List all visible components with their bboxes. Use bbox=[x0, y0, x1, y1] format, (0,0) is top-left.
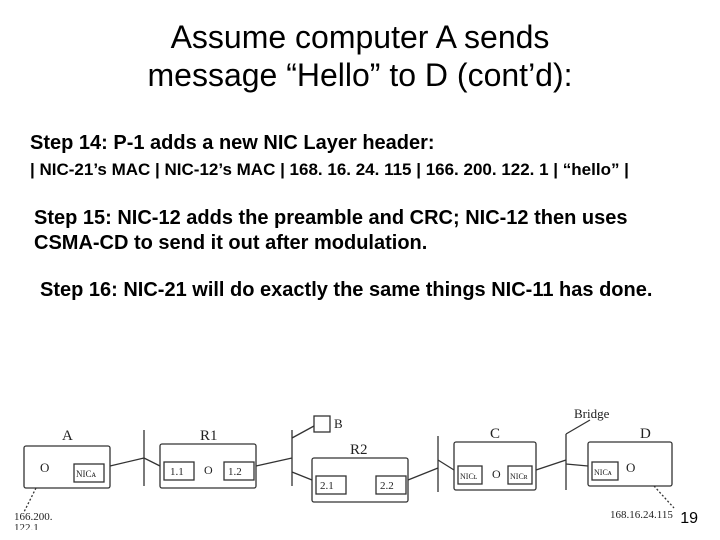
node-R2-right: 2.2 bbox=[380, 480, 394, 492]
node-R1-label: R1 bbox=[200, 428, 218, 444]
node-R1-left: 1.1 bbox=[170, 466, 184, 478]
node-D-nic: NICᴀ bbox=[594, 468, 613, 477]
slide: Assume computer A sends message “Hello” … bbox=[0, 0, 720, 540]
step-14: Step 14: P-1 adds a new NIC Layer header… bbox=[30, 131, 690, 156]
slide-title: Assume computer A sends message “Hello” … bbox=[0, 0, 720, 95]
node-R2-left: 2.1 bbox=[320, 480, 334, 492]
step-15: Step 15: NIC-12 adds the preamble and CR… bbox=[30, 206, 690, 256]
packet-line: | NIC-21’s MAC | NIC-12’s MAC | 168. 16.… bbox=[30, 160, 690, 180]
node-R1-right: 1.2 bbox=[228, 466, 242, 478]
node-C-nicr: NICʀ bbox=[510, 472, 528, 481]
node-B-label: B bbox=[334, 416, 343, 431]
node-A-label: A bbox=[62, 428, 73, 444]
node-R2-label: R2 bbox=[350, 442, 368, 458]
ip-A: 166.200.122.1 bbox=[14, 511, 53, 530]
bridge-label: Bridge bbox=[574, 406, 610, 421]
title-line-1: Assume computer A sends bbox=[171, 19, 550, 55]
slide-number: 19 bbox=[680, 510, 698, 528]
node-C-hub: O bbox=[492, 467, 501, 481]
node-C-nicl: NICʟ bbox=[460, 472, 478, 481]
slide-body: Step 14: P-1 adds a new NIC Layer header… bbox=[0, 95, 720, 303]
step-16: Step 16: NIC-21 will do exactly the same… bbox=[30, 278, 690, 303]
network-diagram: A O NICᴀ R1 1.1 O 1.2 B R2 2.1 2.2 C NIC… bbox=[14, 400, 704, 530]
node-D-label: D bbox=[640, 426, 651, 442]
node-C-label: C bbox=[490, 426, 500, 442]
title-line-2: message “Hello” to D (cont’d): bbox=[147, 57, 572, 93]
node-R1-lefthub: O bbox=[204, 463, 213, 477]
node-A-hub: O bbox=[40, 460, 49, 475]
node-A-nic: NICᴀ bbox=[76, 469, 96, 479]
ip-D: 168.16.24.115 bbox=[610, 509, 673, 521]
node-D-hub: O bbox=[626, 460, 635, 475]
